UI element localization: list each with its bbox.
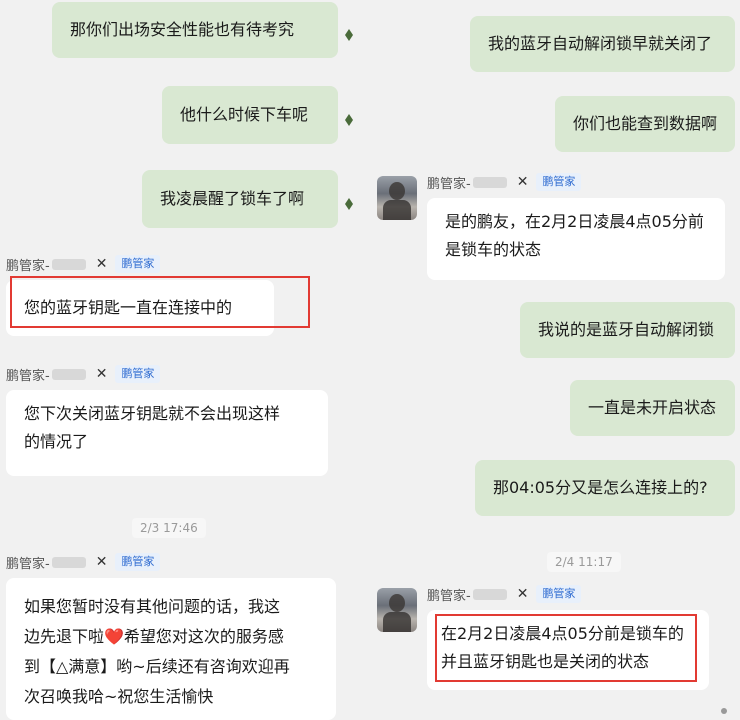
message-text-line: 如果您暂时没有其他问题的话，我这 [24,597,281,616]
highlight-box [10,276,310,328]
sender-name: 鹏管家- [427,588,471,604]
sender-tag: 鹏管家 [115,255,161,273]
bowtie-icon: ✕ [95,554,108,570]
agent-avatar[interactable] [377,588,417,632]
outgoing-message[interactable]: 那04:05分又是怎么连接上的? [475,460,735,516]
message-text-line: 是锁车的状态 [445,240,542,259]
outgoing-message[interactable]: 那你们出场安全性能也有待考究 [52,2,338,58]
message-text-line: 您下次关闭蓝牙钥匙就不会出现这样 [24,404,281,423]
status-dot [721,708,727,714]
timestamp: 2/3 17:46 [132,518,206,538]
outgoing-message[interactable]: 他什么时候下车呢 [162,86,338,144]
sender-header: 鹏管家- ✕ 鹏管家 [427,172,582,192]
message-text-line: 的情况了 [24,432,89,451]
message-text-line: 边先退下啦❤️希望您对这次的服务感 [24,627,284,646]
incoming-message[interactable]: 如果您暂时没有其他问题的话，我这 边先退下啦❤️希望您对这次的服务感 到【△满意… [6,578,336,720]
incoming-message[interactable]: 您下次关闭蓝牙钥匙就不会出现这样 的情况了 [6,390,328,476]
leaf-icon [345,114,353,126]
sender-name: 鹏管家- [6,556,50,572]
highlight-box [435,614,697,682]
redacted-name [51,556,86,568]
message-text-line: 到【△满意】哟~后续还有咨询欢迎再 [24,657,290,676]
message-text-line: 是的鹏友，在2月2日凌晨4点05分前 [445,212,704,231]
message-text: 一直是未开启状态 [588,398,717,417]
outgoing-message[interactable]: 我说的是蓝牙自动解闭锁 [520,302,735,358]
redacted-name [51,258,86,270]
leaf-icon [345,198,353,210]
sender-header: 鹏管家- ✕ 鹏管家 [427,584,582,604]
sender-name: 鹏管家- [6,258,50,274]
redacted-name [472,588,507,600]
message-text: 你们也能查到数据啊 [573,114,718,133]
sender-header: 鹏管家- ✕ 鹏管家 [6,254,161,274]
bowtie-icon: ✕ [95,256,108,272]
sender-header: 鹏管家- ✕ 鹏管家 [6,364,161,384]
sender-name: 鹏管家- [427,176,471,192]
redacted-name [51,368,86,380]
outgoing-message[interactable]: 一直是未开启状态 [570,380,735,436]
outgoing-message[interactable]: 我凌晨醒了锁车了啊 [142,170,338,228]
sender-name: 鹏管家- [6,368,50,384]
incoming-message[interactable]: 是的鹏友，在2月2日凌晨4点05分前 是锁车的状态 [427,198,725,280]
sender-tag: 鹏管家 [536,585,582,603]
message-text: 我说的是蓝牙自动解闭锁 [538,320,715,339]
message-text-line: 次召唤我哈~祝您生活愉快 [24,687,214,706]
sender-tag: 鹏管家 [536,173,582,191]
outgoing-message[interactable]: 你们也能查到数据啊 [555,96,735,152]
message-text: 我的蓝牙自动解闭锁早就关闭了 [488,34,713,53]
timestamp: 2/4 11:17 [547,552,621,572]
message-text: 那04:05分又是怎么连接上的? [493,478,708,497]
sender-tag: 鹏管家 [115,553,161,571]
outgoing-message[interactable]: 我的蓝牙自动解闭锁早就关闭了 [470,16,735,72]
bowtie-icon: ✕ [516,586,529,602]
agent-avatar[interactable] [377,176,417,220]
chat-panel-left: 那你们出场安全性能也有待考究 他什么时候下车呢 我凌晨醒了锁车了啊 鹏管家- ✕… [0,0,362,720]
message-text: 他什么时候下车呢 [180,105,309,124]
sender-tag: 鹏管家 [115,365,161,383]
bowtie-icon: ✕ [516,174,529,190]
bowtie-icon: ✕ [95,366,108,382]
leaf-icon [345,29,353,41]
message-text: 我凌晨醒了锁车了啊 [160,189,305,208]
redacted-name [472,176,507,188]
sender-header: 鹏管家- ✕ 鹏管家 [6,552,161,572]
message-text: 那你们出场安全性能也有待考究 [70,20,295,39]
chat-panel-right: 我的蓝牙自动解闭锁早就关闭了 你们也能查到数据啊 鹏管家- ✕ 鹏管家 是的鹏友… [365,0,740,720]
